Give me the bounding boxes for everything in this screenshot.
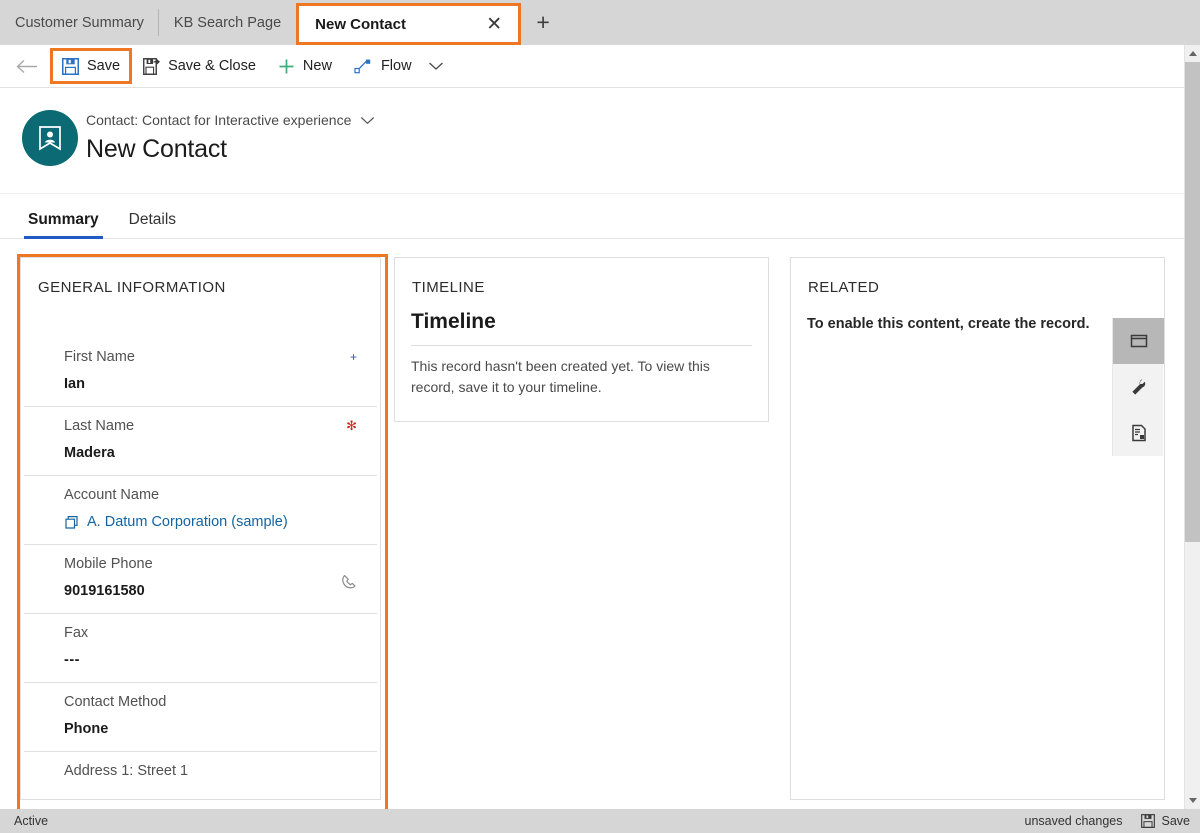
general-information-title: GENERAL INFORMATION xyxy=(38,279,226,296)
scroll-up-button[interactable] xyxy=(1185,45,1200,62)
save-icon xyxy=(1140,814,1155,828)
back-button[interactable] xyxy=(6,48,48,84)
field-address1-street1: Address 1: Street 1 xyxy=(24,751,377,799)
field-value[interactable]: --- xyxy=(64,641,377,682)
field-label: Mobile Phone xyxy=(64,556,153,572)
status-bar-right: unsaved changes Save xyxy=(1025,814,1191,828)
phone-glyph xyxy=(342,575,356,589)
tab-label: KB Search Page xyxy=(173,14,282,31)
optional-plus-icon: + xyxy=(349,350,357,364)
timeline-heading: Timeline xyxy=(411,310,496,333)
related-side-rail xyxy=(1112,318,1164,456)
flow-button-label: Flow xyxy=(380,58,412,74)
browser-tab-strip: Customer Summary KB Search Page New Cont… xyxy=(0,0,1200,45)
flow-button[interactable]: Flow xyxy=(343,50,423,82)
account-link-label: A. Datum Corporation (sample) xyxy=(87,514,288,530)
unsaved-changes-label: unsaved changes xyxy=(1024,814,1123,828)
related-section: RELATED To enable this content, create t… xyxy=(790,257,1165,800)
status-badge: Active xyxy=(14,814,49,828)
field-value[interactable]: Ian xyxy=(64,365,377,406)
save-and-close-button[interactable]: Save & Close xyxy=(132,50,267,82)
status-bar: Active unsaved changes Save xyxy=(0,809,1200,833)
tab-customer-summary[interactable]: Customer Summary xyxy=(0,0,159,45)
chevron-down-icon[interactable] xyxy=(360,116,375,125)
contact-badge-icon xyxy=(39,126,61,151)
required-asterisk-icon: ✻ xyxy=(346,418,357,433)
field-label: First Name xyxy=(64,349,135,365)
new-button[interactable]: New xyxy=(267,50,343,82)
field-label: Fax xyxy=(64,625,89,641)
tab-details[interactable]: Details xyxy=(125,211,180,238)
tab-label: New Contact xyxy=(315,15,406,33)
wrench-icon xyxy=(1131,379,1145,395)
status-save-button[interactable]: Save xyxy=(1140,814,1191,828)
status-save-label: Save xyxy=(1161,814,1191,828)
timeline-section: TIMELINE Timeline This record hasn't bee… xyxy=(394,257,769,422)
field-value[interactable]: Phone xyxy=(64,710,377,751)
chevron-down-glyph xyxy=(428,62,443,70)
field-label: Account Name xyxy=(64,487,160,503)
triangle-down-icon xyxy=(1189,798,1197,803)
field-fax: Fax --- xyxy=(24,613,377,682)
close-icon[interactable]: ✕ xyxy=(484,15,504,34)
general-information-section: GENERAL INFORMATION First Name Ian + Las… xyxy=(20,257,381,800)
tab-new-contact[interactable]: New Contact ✕ xyxy=(296,3,522,45)
form-tab-bar: Summary Details xyxy=(0,195,1184,239)
related-empty-message: To enable this content, create the recor… xyxy=(807,316,1090,332)
flow-chevron-down-icon[interactable] xyxy=(423,51,449,81)
dynamics-contact-form-window: Customer Summary KB Search Page New Cont… xyxy=(0,0,1200,833)
field-value[interactable]: A. Datum Corporation (sample) xyxy=(64,503,377,544)
scrollbar-thumb[interactable] xyxy=(1185,62,1200,542)
rail-button-wrench[interactable] xyxy=(1113,364,1164,410)
triangle-up-icon xyxy=(1189,51,1197,56)
field-label: Address 1: Street 1 xyxy=(64,763,189,779)
related-section-title: RELATED xyxy=(808,279,880,296)
field-label: Contact Method xyxy=(64,694,167,710)
account-link-icon xyxy=(65,515,78,529)
field-contact-method: Contact Method Phone xyxy=(24,682,377,751)
rail-button-document-properties[interactable] xyxy=(1113,410,1164,456)
tab-kb-search-page[interactable]: KB Search Page xyxy=(158,0,297,45)
command-bar: Save Save & Close New Flow xyxy=(0,45,1184,88)
timeline-empty-message: This record hasn't been created yet. To … xyxy=(411,358,710,395)
tab-label: Customer Summary xyxy=(15,14,144,31)
general-information-field-list: First Name Ian + Last Name Madera ✻ Acco… xyxy=(21,338,380,799)
page-scrollbar[interactable] xyxy=(1184,45,1200,809)
save-button[interactable]: Save xyxy=(50,48,133,84)
field-first-name: First Name Ian + xyxy=(24,338,377,406)
avatar xyxy=(22,110,78,166)
field-label: Last Name xyxy=(64,418,135,434)
save-icon xyxy=(62,57,79,75)
record-entity-label: Contact: Contact for Interactive experie… xyxy=(86,112,352,128)
field-last-name: Last Name Madera ✻ xyxy=(24,406,377,475)
field-mobile-phone: Mobile Phone 9019161580 xyxy=(24,544,377,613)
field-account-name: Account Name A. Datum Corporation (sampl… xyxy=(24,475,377,544)
field-value[interactable]: 9019161580 xyxy=(64,572,377,613)
rail-button-window-pane[interactable] xyxy=(1113,318,1164,364)
document-properties-icon xyxy=(1131,424,1146,442)
save-button-label: Save xyxy=(87,58,121,74)
save-and-close-icon xyxy=(143,57,161,75)
field-value[interactable] xyxy=(64,779,377,799)
tab-summary[interactable]: Summary xyxy=(24,211,103,239)
record-header: Contact: Contact for Interactive experie… xyxy=(0,89,1184,247)
field-value[interactable]: Madera xyxy=(64,434,377,475)
form-canvas: GENERAL INFORMATION First Name Ian + Las… xyxy=(0,239,1184,818)
new-tab-button[interactable]: + xyxy=(521,0,565,45)
plus-icon xyxy=(279,59,294,73)
phone-icon[interactable] xyxy=(340,573,359,597)
window-pane-icon xyxy=(1130,334,1147,348)
new-button-label: New xyxy=(302,58,332,74)
page-title: New Contact xyxy=(86,135,227,163)
timeline-section-title: TIMELINE xyxy=(412,279,485,296)
scroll-down-button[interactable] xyxy=(1185,792,1200,809)
record-entity-line[interactable]: Contact: Contact for Interactive experie… xyxy=(86,112,375,128)
flow-icon xyxy=(354,59,371,73)
save-and-close-label: Save & Close xyxy=(168,58,256,74)
arrow-left-icon xyxy=(16,59,37,73)
